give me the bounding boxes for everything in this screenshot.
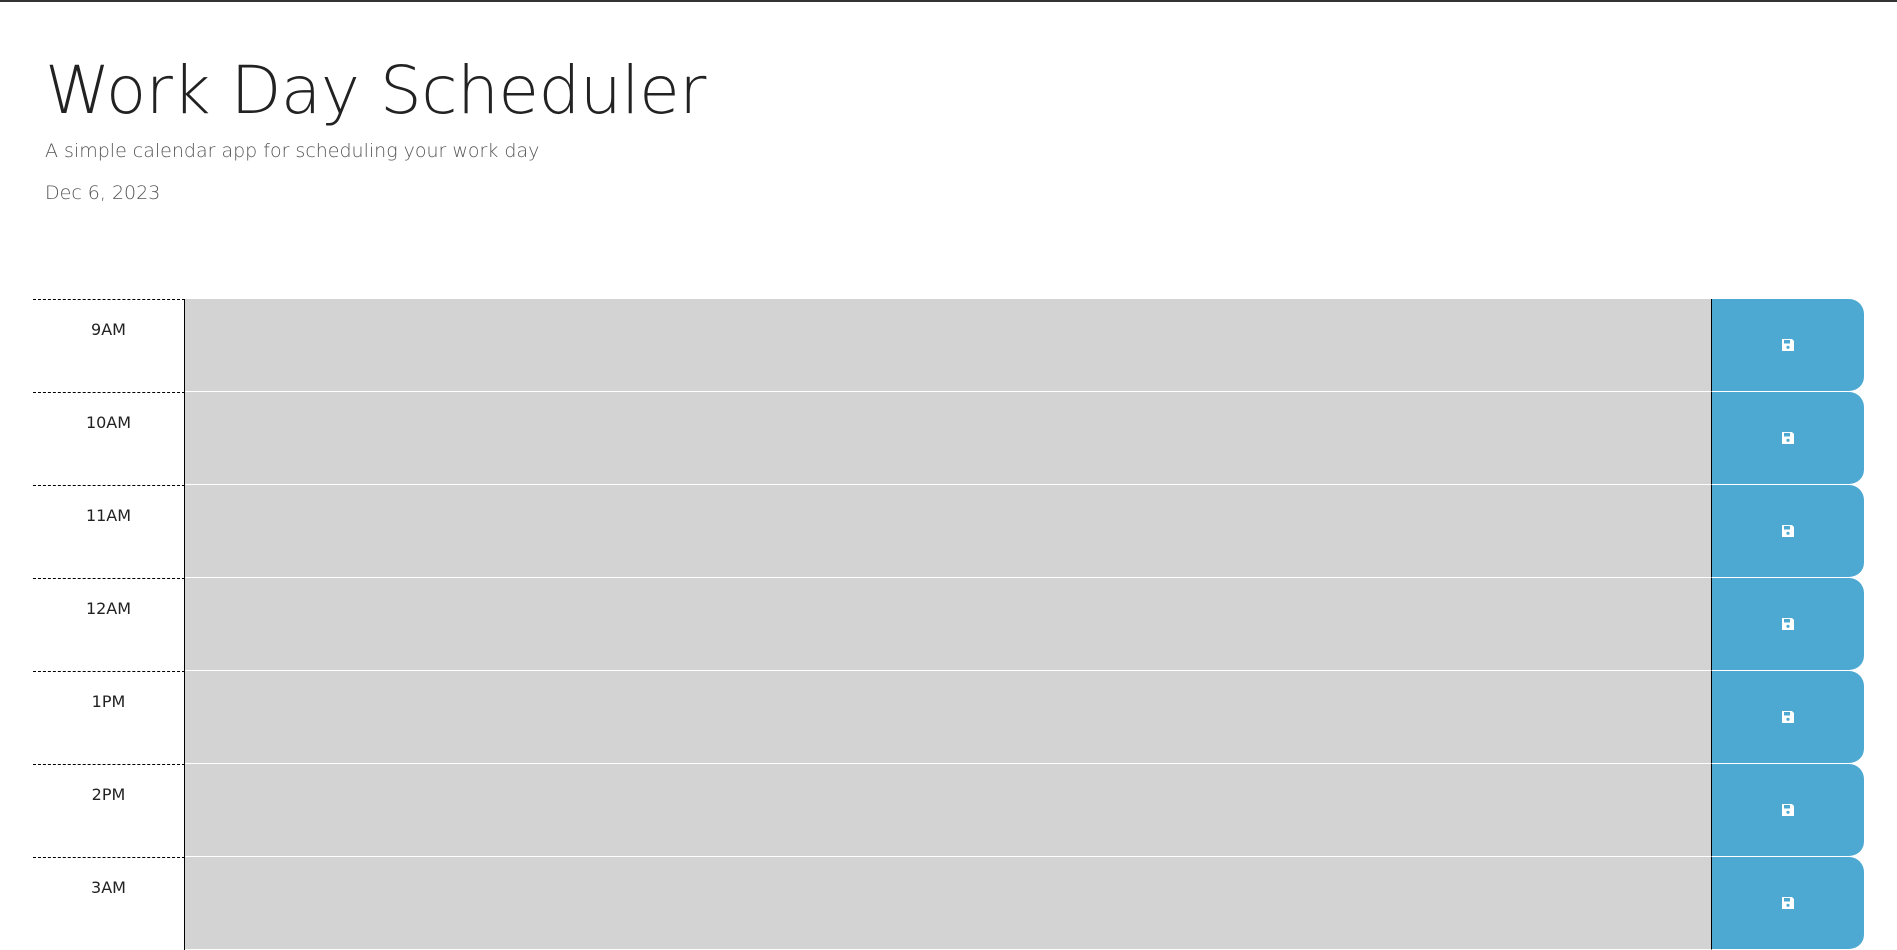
event-description-input[interactable] <box>185 392 1711 485</box>
time-block: 12AM <box>33 578 1864 671</box>
time-block: 1PM <box>33 671 1864 764</box>
floppy-disk-icon <box>1782 525 1794 537</box>
save-button[interactable] <box>1711 392 1864 485</box>
time-block: 11AM <box>33 485 1864 578</box>
page-subtitle: A simple calendar app for scheduling you… <box>45 140 540 162</box>
hour-label: 11AM <box>33 485 185 578</box>
floppy-disk-icon <box>1782 804 1794 816</box>
hour-label: 1PM <box>33 671 185 764</box>
time-block-list: 9AM 10AM 11AM 12AM 1PM 2PM 3AM <box>33 299 1864 950</box>
time-block: 2PM <box>33 764 1864 857</box>
time-block: 9AM <box>33 299 1864 392</box>
save-button[interactable] <box>1711 857 1864 950</box>
event-description-input[interactable] <box>185 857 1711 950</box>
save-button[interactable] <box>1711 671 1864 764</box>
save-button[interactable] <box>1711 578 1864 671</box>
top-border-line <box>0 0 1897 2</box>
time-block: 10AM <box>33 392 1864 485</box>
event-description-input[interactable] <box>185 764 1711 857</box>
hour-label: 2PM <box>33 764 185 857</box>
event-description-input[interactable] <box>185 299 1711 392</box>
save-button[interactable] <box>1711 764 1864 857</box>
save-button[interactable] <box>1711 485 1864 578</box>
floppy-disk-icon <box>1782 339 1794 351</box>
event-description-input[interactable] <box>185 671 1711 764</box>
floppy-disk-icon <box>1782 432 1794 444</box>
hour-label: 12AM <box>33 578 185 671</box>
floppy-disk-icon <box>1782 618 1794 630</box>
page-header: Work Day Scheduler A simple calendar app… <box>45 48 706 204</box>
page-title: Work Day Scheduler <box>45 52 706 129</box>
event-description-input[interactable] <box>185 578 1711 671</box>
save-button[interactable] <box>1711 299 1864 392</box>
floppy-disk-icon <box>1782 711 1794 723</box>
hour-label: 10AM <box>33 392 185 485</box>
floppy-disk-icon <box>1782 897 1794 909</box>
event-description-input[interactable] <box>185 485 1711 578</box>
current-date: Dec 6, 2023 <box>45 182 161 204</box>
time-block: 3AM <box>33 857 1864 950</box>
hour-label: 9AM <box>33 299 185 392</box>
hour-label: 3AM <box>33 857 185 950</box>
